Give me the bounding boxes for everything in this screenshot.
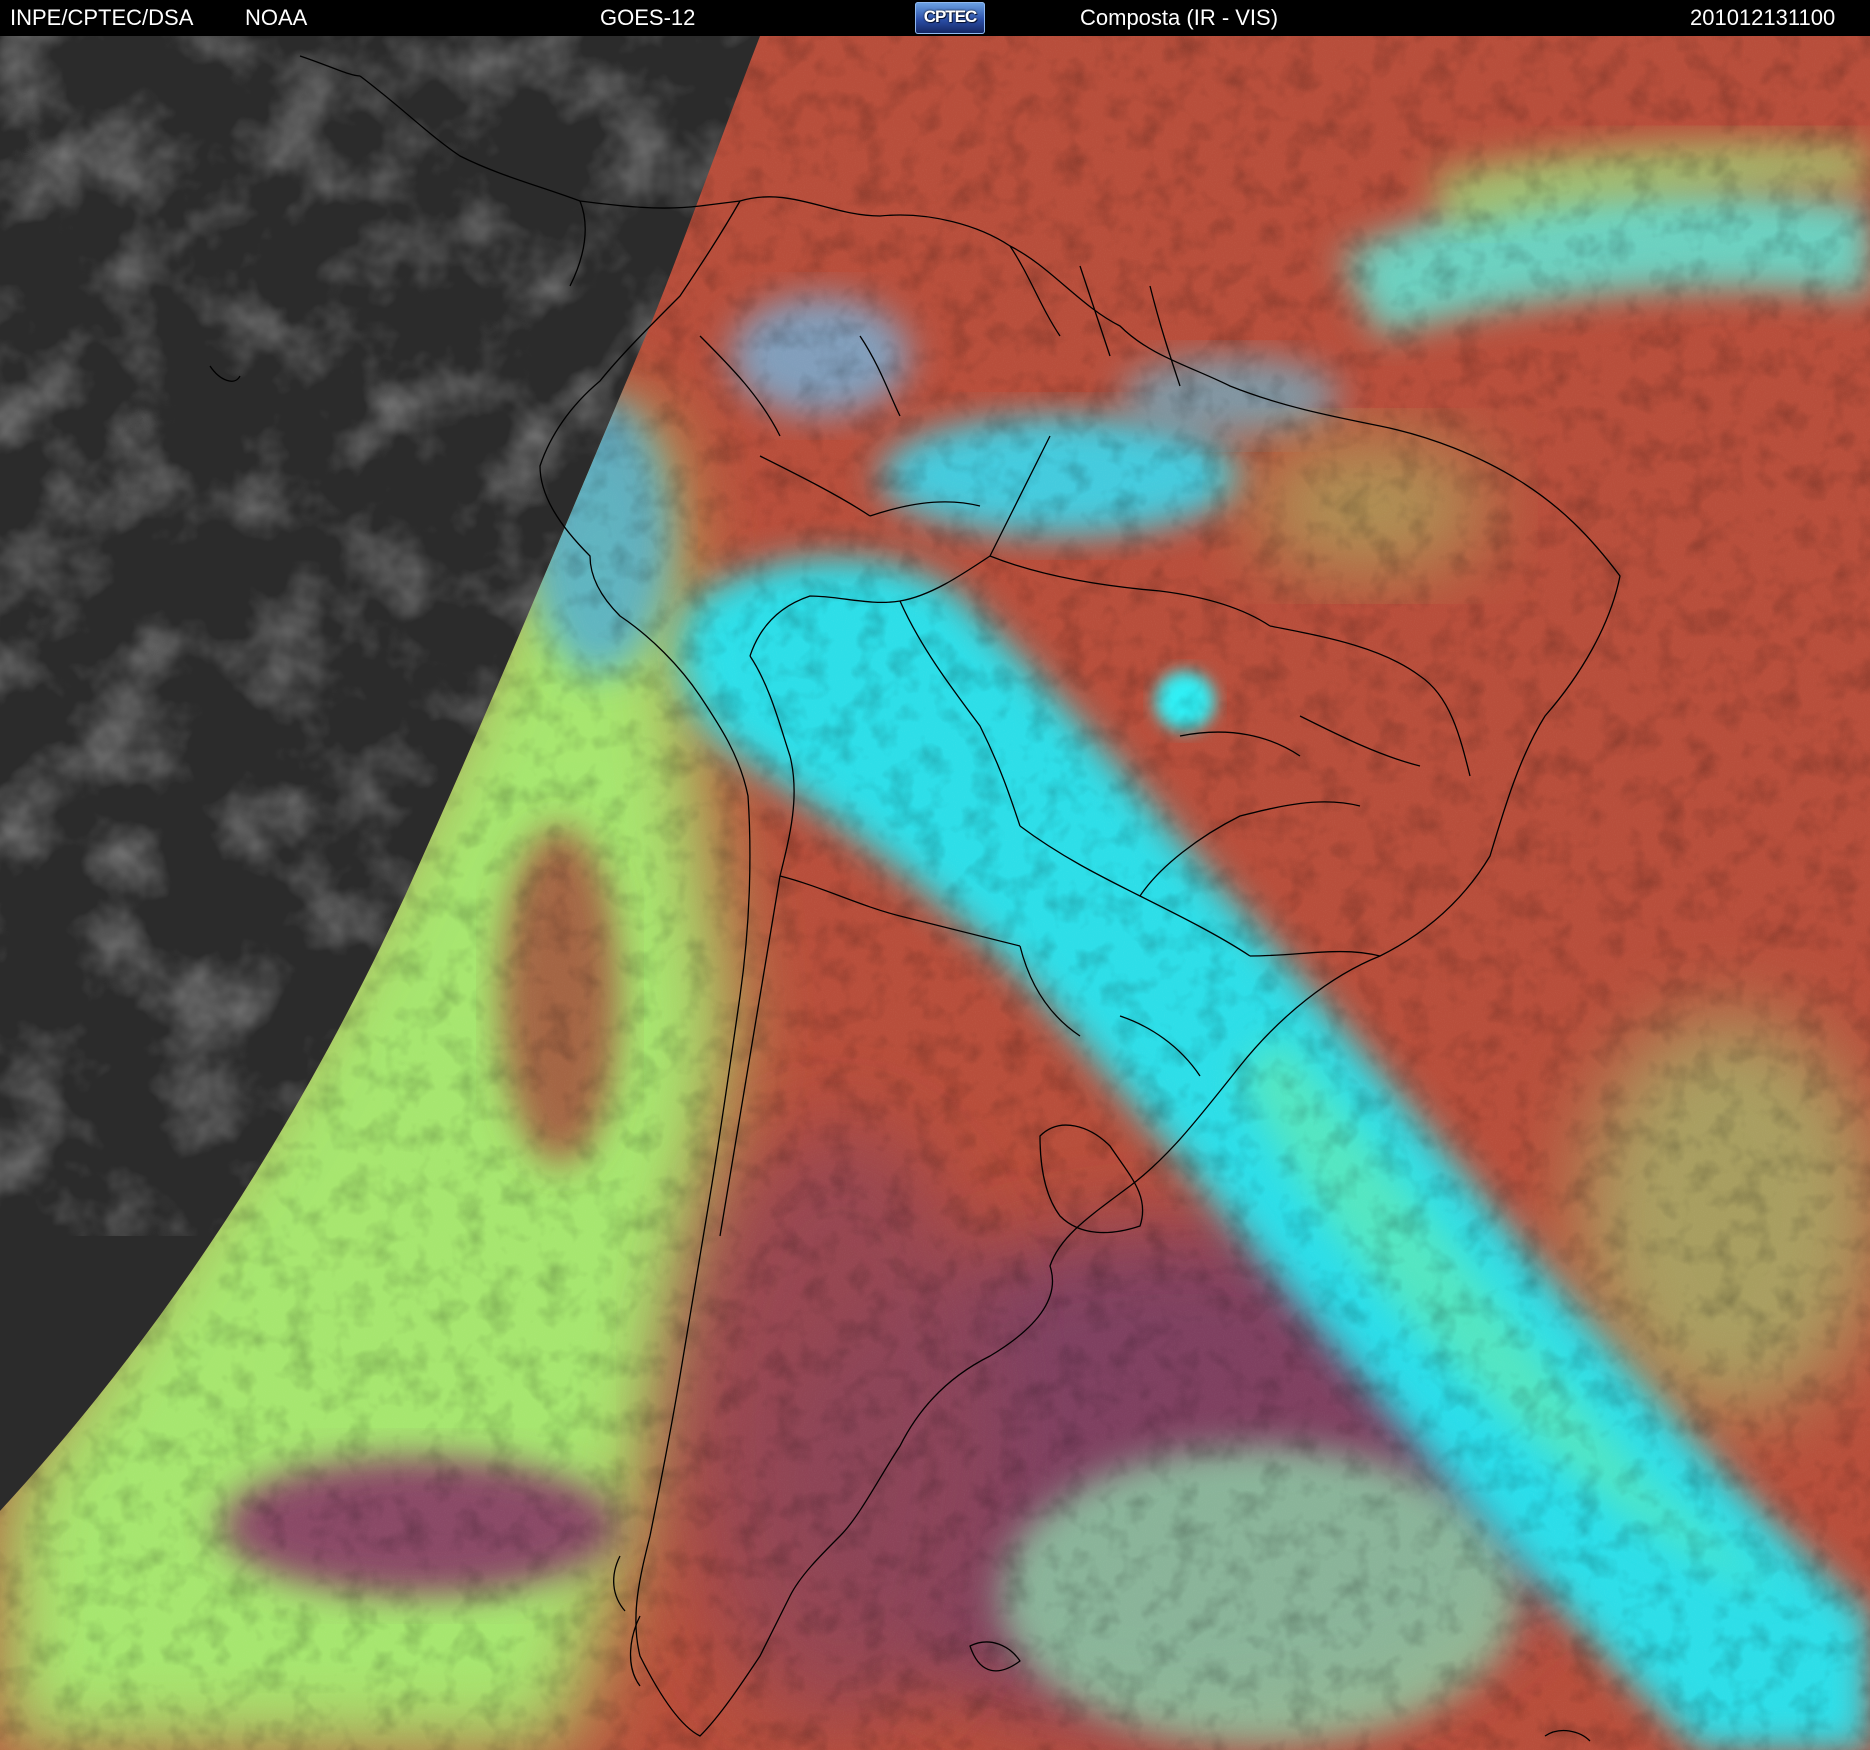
satellite-composite-svg [0, 36, 1870, 1750]
header-timestamp: 201012131100 [1690, 5, 1836, 30]
image-header-bar: INPE/CPTEC/DSA NOAA GOES-12 CPTEC Compos… [0, 0, 1870, 36]
cptec-logo: CPTEC [915, 2, 985, 34]
header-satellite: GOES-12 [600, 5, 696, 30]
satellite-image [0, 36, 1870, 1750]
header-product: Composta (IR - VIS) [1080, 5, 1279, 30]
cptec-logo-text: CPTEC [923, 7, 978, 26]
header-agency: NOAA [245, 5, 308, 30]
header-organization: INPE/CPTEC/DSA [10, 5, 194, 30]
